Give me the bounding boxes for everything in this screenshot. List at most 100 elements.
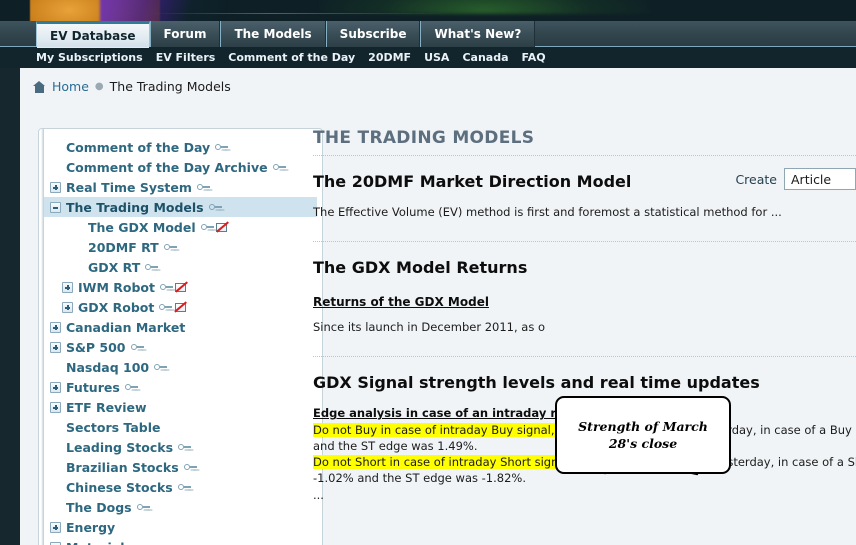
edge-analysis-line-3: Do not Short in case of intraday Short s… <box>313 454 856 470</box>
subnav-link-canada[interactable]: Canada <box>462 51 508 64</box>
edge-line-1-rest: because at the close of yesterday, in ca… <box>558 423 856 437</box>
tree-item-futures[interactable]: Futures <box>44 377 317 397</box>
edge-line-3-rest: because at the close of yesterday, in ca… <box>572 455 856 469</box>
subnav-link-comment-of-the-day[interactable]: Comment of the Day <box>228 51 355 64</box>
tree-item-materials[interactable]: Materials <box>44 537 317 545</box>
secondary-nav-bar: My Subscriptions EV Filters Comment of the… <box>0 47 856 68</box>
tree-spacer-icon <box>50 462 61 473</box>
tree-item-comment-of-the-day[interactable]: Comment of the Day <box>44 137 317 157</box>
tree-spacer-icon <box>72 242 83 253</box>
key-icon <box>159 303 173 312</box>
expand-icon[interactable] <box>50 401 61 413</box>
tree-item-brazilian-stocks[interactable]: Brazilian Stocks <box>44 457 317 477</box>
tree-item-etf-review[interactable]: ETF Review <box>44 397 317 417</box>
tree-item-sectors-table[interactable]: Sectors Table <box>44 417 317 437</box>
divider-1 <box>313 155 856 156</box>
edge-analysis-heading: Edge analysis in case of an intraday rea… <box>313 406 715 420</box>
highlight-do-not-short: Do not Short in case of intraday Short s… <box>313 455 573 469</box>
tree-item-label: Real Time System <box>66 179 192 195</box>
tree-spacer-icon <box>50 362 61 373</box>
tree-item-real-time-system[interactable]: Real Time System <box>44 177 317 197</box>
home-icon <box>33 80 46 93</box>
key-icon <box>124 383 138 392</box>
tree-item-canadian-market[interactable]: Canadian Market <box>44 317 317 337</box>
main-tab-ev-database[interactable]: EV Database <box>36 21 150 48</box>
tree-item-label: GDX Robot <box>78 299 155 315</box>
breadcrumb-home-link[interactable]: Home <box>52 79 89 94</box>
collapse-icon[interactable] <box>50 201 61 213</box>
tree-item-the-trading-models[interactable]: The Trading Models <box>44 197 317 217</box>
key-icon <box>163 243 177 252</box>
tree-spacer-icon <box>50 482 61 493</box>
key-icon <box>208 203 222 212</box>
tree-item-chinese-stocks[interactable]: Chinese Stocks <box>44 477 317 497</box>
page-root: EV Database Forum The Models Subscribe What'… <box>0 0 856 545</box>
section-heading-gdx-returns: The GDX Model Returns <box>313 258 528 277</box>
section-paragraph-20dmf: The Effective Volume (EV) method is firs… <box>313 205 782 219</box>
subnav-link-my-subscriptions[interactable]: My Subscriptions <box>36 51 143 64</box>
edge-analysis-line-2: and the ST edge was 1.49%. <box>313 439 478 453</box>
subnav-link-faq[interactable]: FAQ <box>522 51 546 64</box>
subnav-link-usa[interactable]: USA <box>424 51 449 64</box>
tree-spacer-icon <box>50 442 61 453</box>
book-restricted-icon <box>174 302 187 313</box>
tree-item-the-dogs[interactable]: The Dogs <box>44 497 317 517</box>
key-icon <box>159 283 173 292</box>
expand-icon[interactable] <box>62 301 73 313</box>
tree-item-the-gdx-model[interactable]: The GDX Model <box>44 217 317 237</box>
expand-icon[interactable] <box>50 381 61 393</box>
expand-icon[interactable] <box>50 341 61 353</box>
tree-item-label: Chinese Stocks <box>66 479 173 495</box>
returns-of-gdx-model-link[interactable]: Returns of the GDX Model <box>313 295 489 309</box>
main-tabs: EV Database Forum The Models Subscribe What'… <box>36 21 536 48</box>
tree-spacer-icon <box>50 142 61 153</box>
main-tab-forum[interactable]: Forum <box>149 21 221 47</box>
tree-item-label: Comment of the Day <box>66 139 211 155</box>
edge-analysis-ellipsis: ... <box>313 488 324 502</box>
main-tab-subscribe[interactable]: Subscribe <box>325 21 421 47</box>
tree-spacer-icon <box>50 422 61 433</box>
tree-item-nasdaq-100[interactable]: Nasdaq 100 <box>44 357 317 377</box>
main-content: THE TRADING MODELS The 20DMF Market Dire… <box>313 128 856 545</box>
tree-item-20dmf-rt[interactable]: 20DMF RT <box>44 237 317 257</box>
expand-icon[interactable] <box>50 181 61 193</box>
tree-spacer-icon <box>50 502 61 513</box>
key-icon <box>178 443 192 452</box>
tree-item-comment-of-the-day-archive[interactable]: Comment of the Day Archive <box>44 157 317 177</box>
breadcrumb-separator-icon: ● <box>94 81 104 92</box>
expand-icon[interactable] <box>50 541 61 545</box>
tree-item-leading-stocks[interactable]: Leading Stocks <box>44 437 317 457</box>
main-tab-the-models[interactable]: The Models <box>220 21 326 47</box>
key-icon <box>183 463 197 472</box>
tree-item-energy[interactable]: Energy <box>44 517 317 537</box>
key-icon <box>130 343 144 352</box>
tree-spacer-icon <box>50 162 61 173</box>
highlight-do-not-buy: Do not Buy in case of intraday Buy signa… <box>313 423 555 437</box>
key-icon <box>136 503 150 512</box>
section-heading-20dmf: The 20DMF Market Direction Model <box>313 172 632 191</box>
tree-item-label: S&P 500 <box>66 339 126 355</box>
navigation-tree: Comment of the Day Comment of the Day Arc… <box>44 134 317 545</box>
tree-item-label: GDX RT <box>88 259 141 275</box>
tree-item-gdx-rt[interactable]: GDX RT <box>44 257 317 277</box>
expand-icon[interactable] <box>50 321 61 333</box>
expand-icon[interactable] <box>62 281 73 293</box>
edge-analysis-line-1: Do not Buy in case of intraday Buy signa… <box>313 422 856 438</box>
tree-item-label: Futures <box>66 379 120 395</box>
edge-analysis-line-4: -1.02% and the ST edge was -1.82%. <box>313 471 526 485</box>
expand-icon[interactable] <box>50 521 61 533</box>
tree-item-label: IWM Robot <box>78 279 155 295</box>
book-restricted-icon <box>175 282 188 293</box>
main-tab-what-s-new[interactable]: What's New? <box>420 21 536 47</box>
tree-item-label: Nasdaq 100 <box>66 359 150 375</box>
main-tab-bar: EV Database Forum The Models Subscribe What'… <box>0 21 856 48</box>
tree-item-iwm-robot[interactable]: IWM Robot <box>44 277 317 297</box>
book-restricted-icon <box>216 222 229 233</box>
site-banner <box>0 0 856 21</box>
key-icon <box>200 223 214 232</box>
tree-item-label: Brazilian Stocks <box>66 459 179 475</box>
tree-item-gdx-robot[interactable]: GDX Robot <box>44 297 317 317</box>
subnav-link-20dmf[interactable]: 20DMF <box>368 51 411 64</box>
tree-item-s-p-500[interactable]: S&P 500 <box>44 337 317 357</box>
subnav-link-ev-filters[interactable]: EV Filters <box>156 51 216 64</box>
